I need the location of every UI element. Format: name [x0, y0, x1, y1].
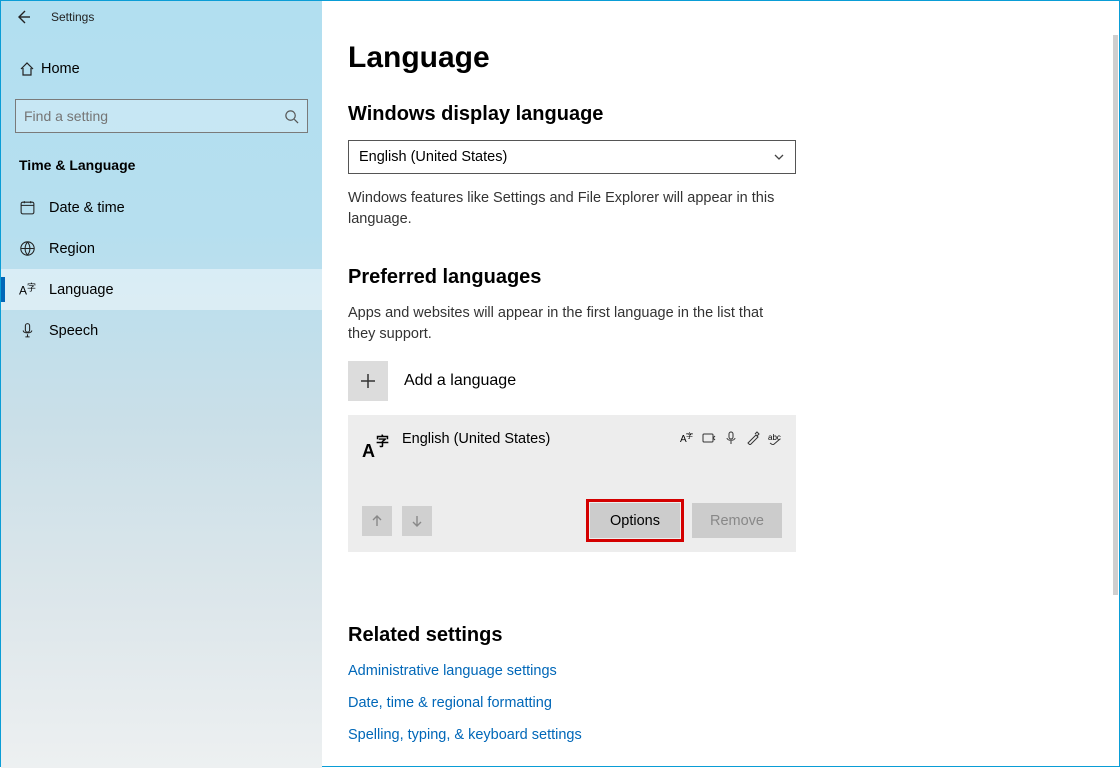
move-down-button[interactable]: [402, 506, 432, 536]
preferred-languages-heading: Preferred languages: [348, 266, 776, 289]
display-language-heading: Windows display language: [348, 103, 776, 126]
search-icon: [284, 109, 299, 124]
sidebar-item-label: Language: [49, 282, 114, 298]
search-input[interactable]: [24, 108, 254, 124]
language-feature-icons: A字 abc: [680, 431, 782, 445]
spellcheck-icon: abc: [768, 431, 782, 445]
sidebar-category: Time & Language: [1, 133, 322, 187]
microphone-icon: [19, 322, 49, 339]
svg-text:字: 字: [27, 282, 36, 293]
link-date-time-regional[interactable]: Date, time & regional formatting: [348, 695, 776, 711]
display-language-help: Windows features like Settings and File …: [348, 188, 776, 230]
options-button[interactable]: Options: [590, 503, 680, 538]
language-card[interactable]: A字 English (United States) A字 abc: [348, 415, 796, 552]
remove-button: Remove: [692, 503, 782, 538]
main-content: Language Windows display language Englis…: [322, 1, 1119, 766]
add-language-button[interactable]: Add a language: [348, 361, 776, 401]
text-to-speech-icon: [702, 431, 716, 445]
display-language-value: English (United States): [359, 149, 507, 165]
back-button[interactable]: [1, 1, 45, 33]
display-language-dropdown[interactable]: English (United States): [348, 140, 796, 174]
plus-icon: [348, 361, 388, 401]
svg-text:A: A: [362, 441, 375, 461]
add-language-label: Add a language: [404, 372, 516, 390]
related-settings-heading: Related settings: [348, 624, 776, 647]
speech-recognition-icon: [724, 431, 738, 445]
sidebar-item-speech[interactable]: Speech: [1, 310, 322, 351]
sidebar-item-label: Speech: [49, 323, 98, 339]
link-spelling-typing[interactable]: Spelling, typing, & keyboard settings: [348, 727, 776, 743]
sidebar-item-language[interactable]: A字 Language: [1, 269, 322, 310]
language-glyph-icon: A字: [362, 431, 402, 463]
preferred-languages-help: Apps and websites will appear in the fir…: [348, 303, 776, 345]
display-language-icon: A字: [680, 431, 694, 445]
search-box[interactable]: [15, 99, 308, 133]
handwriting-icon: [746, 431, 760, 445]
svg-text:A: A: [19, 284, 27, 298]
scrollbar[interactable]: [1113, 35, 1118, 595]
svg-text:字: 字: [376, 434, 389, 449]
language-icon: A字: [19, 281, 49, 298]
titlebar-left: Settings: [1, 1, 322, 33]
svg-text:字: 字: [686, 431, 693, 440]
chevron-down-icon: [773, 151, 785, 163]
home-icon: [19, 61, 41, 77]
link-admin-language[interactable]: Administrative language settings: [348, 663, 776, 679]
sidebar-home-label: Home: [41, 61, 80, 77]
language-name: English (United States): [402, 431, 680, 447]
sidebar-item-date-time[interactable]: Date & time: [1, 187, 322, 228]
sidebar-item-region[interactable]: Region: [1, 228, 322, 269]
move-up-button[interactable]: [362, 506, 392, 536]
svg-text:abc: abc: [768, 433, 781, 442]
page-title: Language: [348, 41, 776, 75]
sidebar-item-label: Region: [49, 241, 95, 257]
globe-icon: [19, 240, 49, 257]
sidebar: Settings Home Time & Language Date & tim…: [1, 1, 322, 768]
sidebar-item-label: Date & time: [49, 200, 125, 216]
window-title: Settings: [51, 10, 94, 24]
sidebar-home[interactable]: Home: [1, 53, 322, 85]
clock-icon: [19, 199, 49, 216]
